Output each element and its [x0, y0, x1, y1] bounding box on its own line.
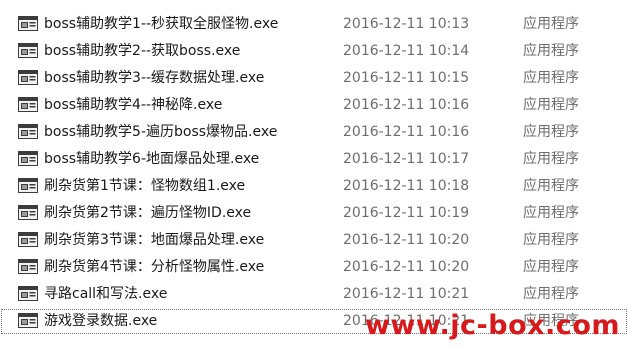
exe-icon	[18, 259, 38, 274]
file-type: 应用程序	[523, 205, 579, 221]
file-date: 2016-12-11 10:15	[343, 70, 470, 86]
file-type: 应用程序	[523, 151, 579, 167]
file-row[interactable]: 刷杂货第1节课：怪物数组1.exe 2016-12-11 10:18 应用程序	[0, 173, 628, 200]
file-date: 2016-12-11 10:18	[343, 178, 470, 194]
file-row[interactable]: boss辅助教学4--神秘降.exe 2016-12-11 10:16 应用程序	[0, 92, 628, 119]
exe-icon	[18, 97, 38, 112]
exe-icon	[18, 124, 38, 139]
file-row[interactable]: boss辅助教学3--缓存数据处理.exe 2016-12-11 10:15 应用程…	[0, 65, 628, 92]
file-name[interactable]: boss辅助教学5-遍历boss爆物品.exe	[44, 123, 277, 141]
file-type: 应用程序	[523, 16, 579, 32]
file-name[interactable]: 寻路call和写法.exe	[44, 285, 167, 303]
file-row[interactable]: boss辅助教学6-地面爆品处理.exe 2016-12-11 10:17 应用程序	[0, 146, 628, 173]
file-date: 2016-12-11 10:21	[343, 286, 470, 302]
file-type: 应用程序	[523, 286, 579, 302]
file-date: 2016-12-11 10:17	[343, 151, 470, 167]
file-type: 应用程序	[523, 232, 579, 248]
file-row[interactable]: 寻路call和写法.exe 2016-12-11 10:21 应用程序	[0, 281, 628, 308]
file-date: 2016-12-11 10:19	[343, 205, 470, 221]
file-row[interactable]: 刷杂货第4节课：分析怪物属性.exe 2016-12-11 10:20 应用程序	[0, 254, 628, 281]
file-row[interactable]: 刷杂货第2节课：遍历怪物ID.exe 2016-12-11 10:19 应用程序	[0, 200, 628, 227]
exe-icon	[18, 70, 38, 85]
file-name[interactable]: boss辅助教学1--秒获取全服怪物.exe	[44, 15, 278, 33]
file-type: 应用程序	[523, 178, 579, 194]
file-type: 应用程序	[523, 43, 579, 59]
file-date: 2016-12-11 10:13	[343, 16, 470, 32]
file-type: 应用程序	[523, 259, 579, 275]
file-type: 应用程序	[523, 97, 579, 113]
exe-icon	[18, 313, 38, 328]
file-date: 2016-12-11 10:20	[343, 232, 470, 248]
file-name[interactable]: boss辅助教学2--获取boss.exe	[44, 42, 240, 60]
exe-icon	[18, 205, 38, 220]
file-row[interactable]: boss辅助教学1--秒获取全服怪物.exe 2016-12-11 10:13 应用…	[0, 11, 628, 38]
watermark: www.jc-box.com	[364, 310, 620, 341]
file-date: 2016-12-11 10:16	[343, 97, 470, 113]
file-type: 应用程序	[523, 70, 579, 86]
file-row[interactable]: 刷杂货第3节课：地面爆品处理.exe 2016-12-11 10:20 应用程序	[0, 227, 628, 254]
file-list: boss辅助教学1--秒获取全服怪物.exe 2016-12-11 10:13 应用…	[0, 11, 628, 335]
file-date: 2016-12-11 10:20	[343, 259, 470, 275]
exe-icon	[18, 43, 38, 58]
file-date: 2016-12-11 10:16	[343, 124, 470, 140]
file-name[interactable]: 刷杂货第4节课：分析怪物属性.exe	[44, 258, 264, 276]
file-name[interactable]: boss辅助教学3--缓存数据处理.exe	[44, 69, 264, 87]
exe-icon	[18, 232, 38, 247]
exe-icon	[18, 178, 38, 193]
file-name[interactable]: 游戏登录数据.exe	[44, 312, 157, 330]
file-row[interactable]: boss辅助教学2--获取boss.exe 2016-12-11 10:14 应用程…	[0, 38, 628, 65]
file-type: 应用程序	[523, 124, 579, 140]
file-name[interactable]: 刷杂货第2节课：遍历怪物ID.exe	[44, 204, 251, 222]
file-row[interactable]: boss辅助教学5-遍历boss爆物品.exe 2016-12-11 10:16 应…	[0, 119, 628, 146]
file-name[interactable]: 刷杂货第3节课：地面爆品处理.exe	[44, 231, 264, 249]
exe-icon	[18, 16, 38, 31]
file-name[interactable]: boss辅助教学6-地面爆品处理.exe	[44, 150, 259, 168]
file-name[interactable]: 刷杂货第1节课：怪物数组1.exe	[44, 177, 245, 195]
exe-icon	[18, 151, 38, 166]
file-name[interactable]: boss辅助教学4--神秘降.exe	[44, 96, 222, 114]
exe-icon	[18, 286, 38, 301]
file-date: 2016-12-11 10:14	[343, 43, 470, 59]
